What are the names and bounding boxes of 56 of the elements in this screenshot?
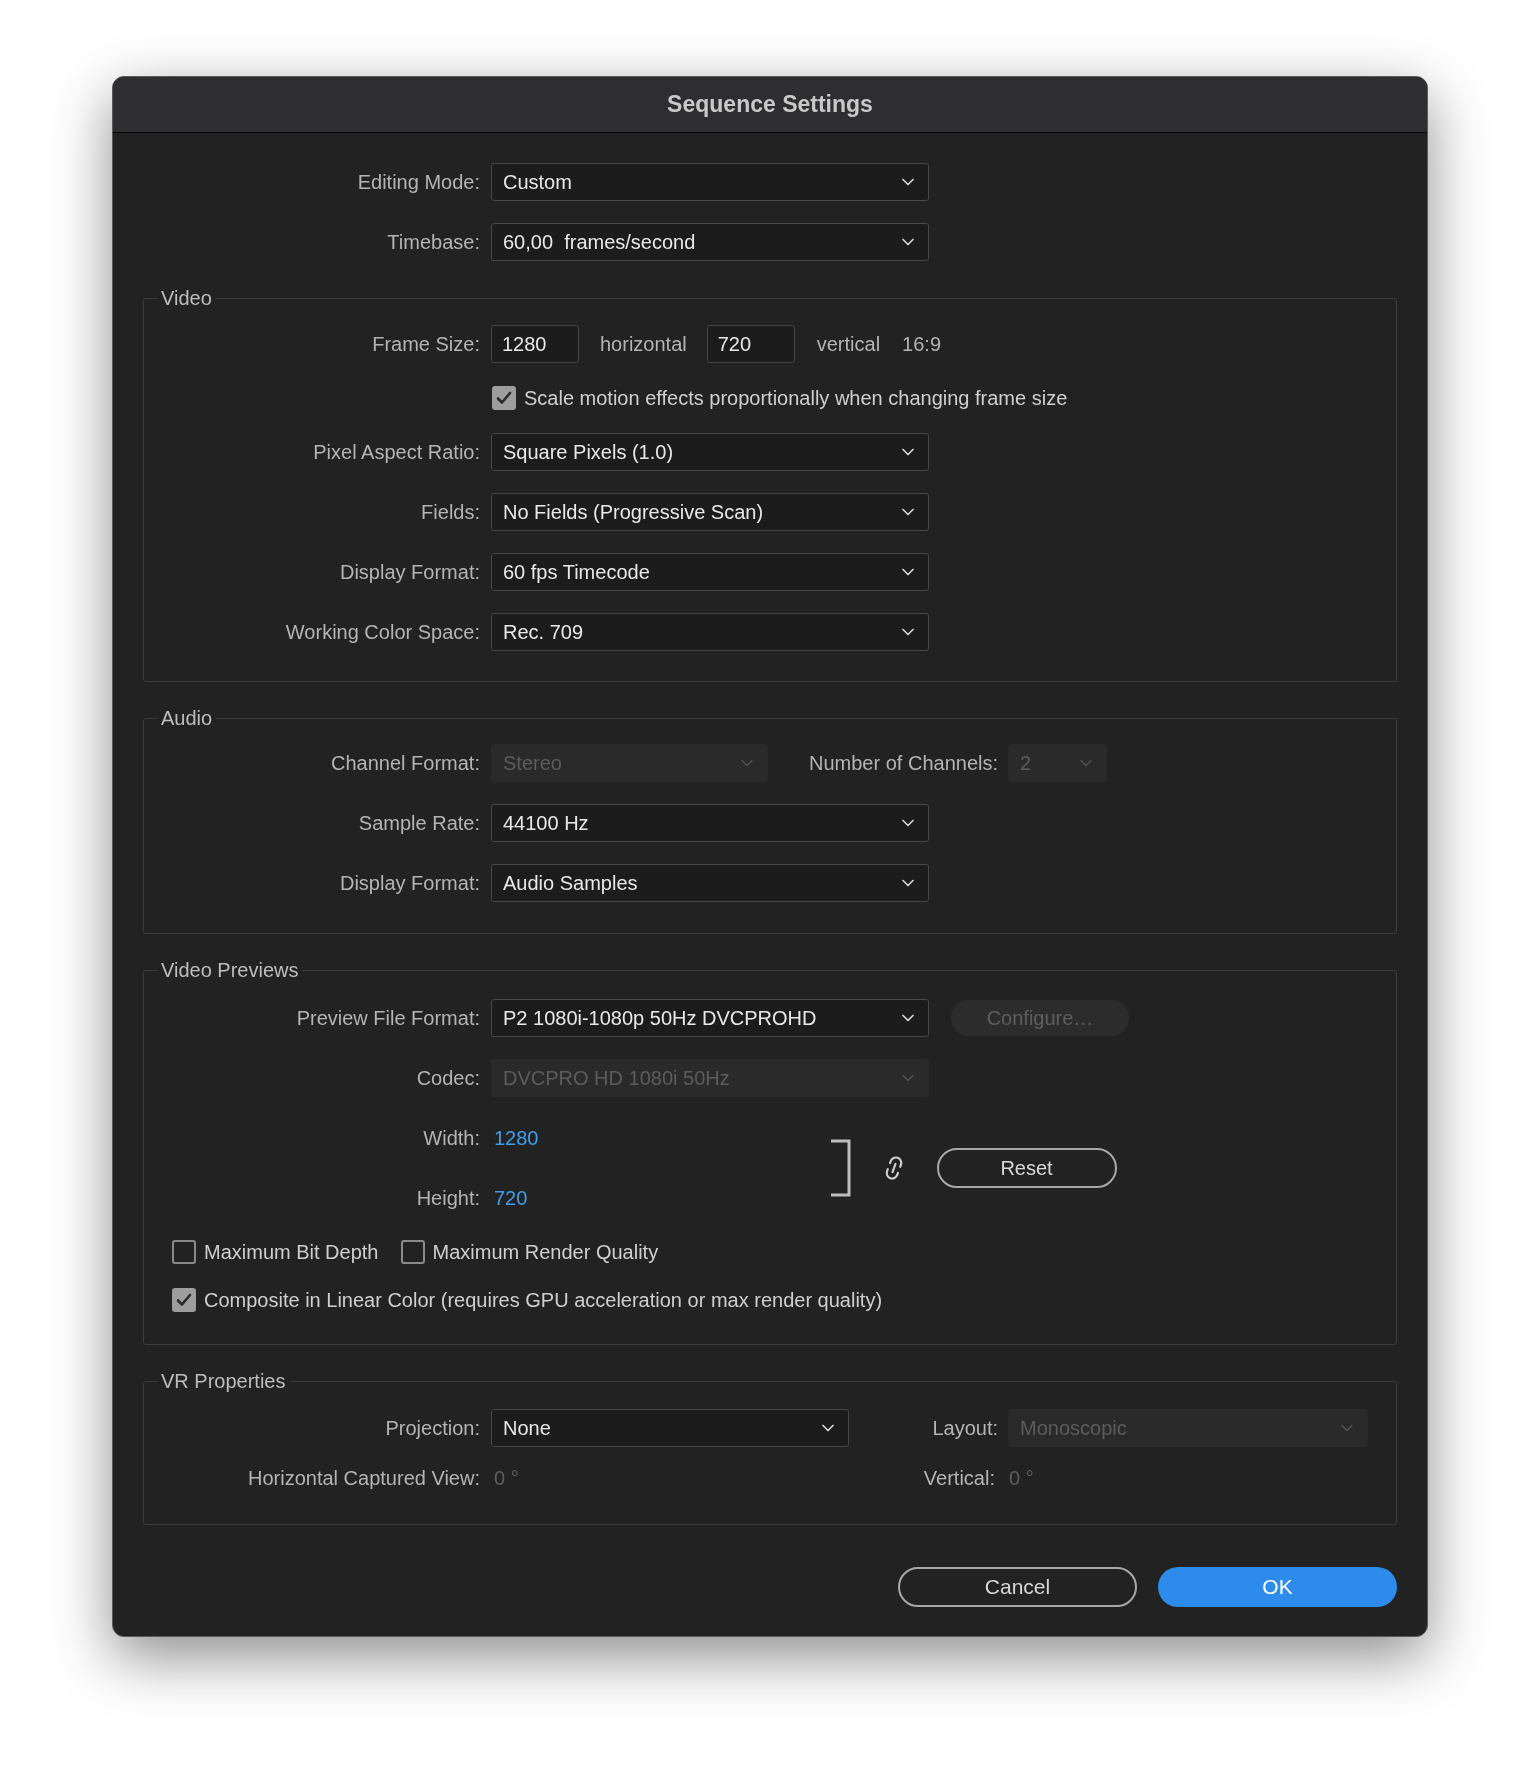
- height-input[interactable]: 720: [706, 325, 795, 363]
- section-title: Video Previews: [160, 958, 300, 982]
- readout-value: 0 °: [1009, 1466, 1034, 1491]
- dropdown[interactable]: 44100 Hz: [491, 804, 929, 842]
- field-label: Fields:: [421, 500, 480, 525]
- checkbox-label: Composite in Linear Color (requires GPU acceleration or max render quality): [204, 1288, 883, 1313]
- checkmark-icon: [176, 1293, 192, 1307]
- field-label: Working Color Space:: [285, 620, 480, 645]
- bracket-icon: [828, 1139, 851, 1197]
- dropdown[interactable]: 60,00 frames/second: [491, 223, 929, 261]
- dropdown[interactable]: Audio Samples: [491, 864, 929, 902]
- field-label: Sample Rate:: [358, 811, 480, 836]
- field-label: Channel Format:: [331, 751, 480, 776]
- field-label: Frame Size:: [372, 332, 480, 357]
- window-title: Sequence Settings: [667, 90, 873, 120]
- section-title: Video: [160, 286, 213, 310]
- dropdown[interactable]: Square Pixels (1.0): [491, 433, 929, 471]
- aspect-ratio: 16:9: [902, 332, 941, 357]
- dropdown[interactable]: P2 1080i-1080p 50Hz DVCPROHD: [491, 999, 929, 1037]
- field-label: Display Format:: [339, 871, 480, 896]
- field-label: Number of Channels:: [809, 751, 998, 776]
- dropdown[interactable]: 60 fps Timecode: [491, 553, 929, 591]
- field-label: Width:: [423, 1126, 480, 1151]
- checkbox[interactable]: [172, 1288, 196, 1312]
- field-label: Horizontal Captured View:: [248, 1466, 480, 1491]
- dropdown[interactable]: No Fields (Progressive Scan): [491, 493, 929, 531]
- reset-button[interactable]: Reset: [936, 1148, 1117, 1188]
- cancel-button[interactable]: Cancel: [898, 1567, 1137, 1607]
- unit-label: vertical: [816, 332, 881, 357]
- checkbox[interactable]: [492, 386, 516, 410]
- checkbox-label: Maximum Render Quality: [432, 1240, 659, 1265]
- field-label: Layout:: [932, 1416, 998, 1441]
- field-label: Projection:: [385, 1416, 480, 1441]
- field-label: Timebase:: [387, 230, 480, 255]
- unit-label: horizontal: [600, 332, 687, 357]
- field-label: Height:: [416, 1186, 480, 1211]
- dropdown[interactable]: Custom: [491, 163, 929, 201]
- checkmark-icon: [496, 391, 512, 405]
- checkbox-label: Scale motion effects proportionally when changing frame size: [524, 386, 1068, 411]
- section-title: VR Properties: [160, 1369, 287, 1393]
- checkbox[interactable]: [172, 1240, 196, 1264]
- width-input[interactable]: 1280: [491, 325, 579, 363]
- height-value[interactable]: 720: [494, 1183, 528, 1213]
- width-value[interactable]: 1280: [494, 1123, 539, 1153]
- section-title: Audio: [160, 706, 214, 730]
- field-label: Vertical:: [923, 1466, 995, 1491]
- field-label: Codec:: [416, 1066, 480, 1091]
- checkbox-label: Maximum Bit Depth: [204, 1240, 379, 1265]
- field-label: Editing Mode:: [357, 170, 480, 195]
- dropdown[interactable]: None: [491, 1409, 849, 1447]
- readout-value: 0 °: [494, 1466, 520, 1491]
- dropdown[interactable]: Rec. 709: [491, 613, 929, 651]
- field-label: Pixel Aspect Ratio:: [313, 440, 480, 465]
- field-label: Preview File Format:: [296, 1006, 480, 1031]
- field-label: Display Format:: [339, 560, 480, 585]
- checkbox[interactable]: [400, 1240, 425, 1264]
